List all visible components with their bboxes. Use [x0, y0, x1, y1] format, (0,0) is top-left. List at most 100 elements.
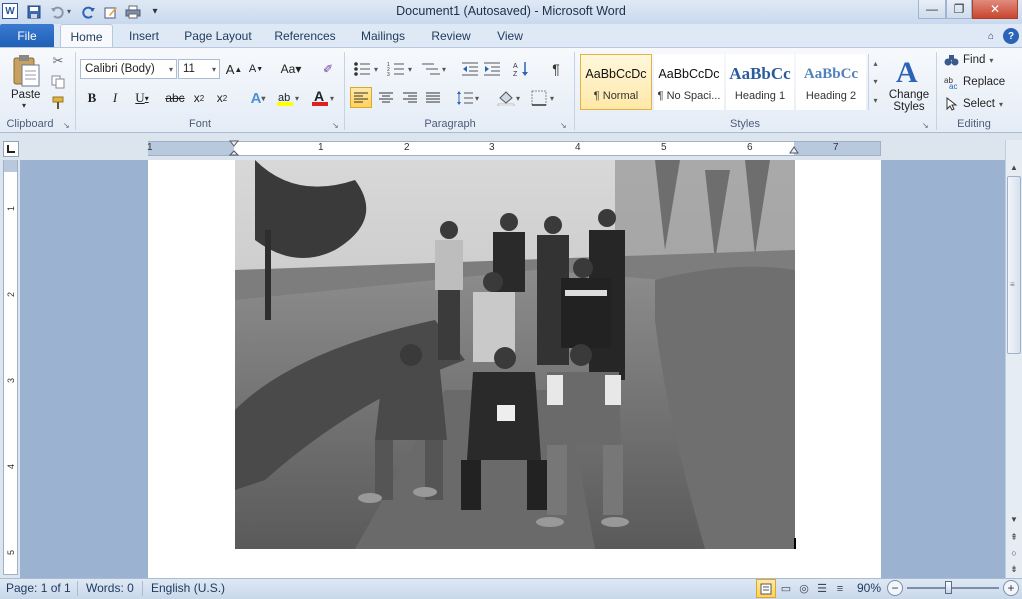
- clipboard-launcher-icon[interactable]: ↘: [63, 121, 70, 130]
- style-no-spacing[interactable]: AaBbCcDc ¶ No Spaci...: [654, 54, 724, 110]
- left-tab-icon: [7, 145, 15, 153]
- chevron-up-icon[interactable]: ▴: [873, 59, 877, 68]
- replace-button[interactable]: ab ac Replace: [944, 75, 1005, 89]
- grow-font-icon[interactable]: A ▲: [224, 59, 244, 79]
- align-right-icon[interactable]: [400, 88, 420, 108]
- scroll-down-icon[interactable]: ▼: [1006, 512, 1022, 526]
- font-launcher-icon[interactable]: ↘: [332, 121, 339, 130]
- strikethrough-icon[interactable]: abc: [165, 89, 185, 107]
- word-logo-icon[interactable]: W: [2, 3, 18, 19]
- previous-page-icon[interactable]: ⇞: [1006, 530, 1022, 544]
- more-styles-icon[interactable]: ▾: [873, 96, 877, 105]
- close-button[interactable]: ✕: [972, 0, 1018, 19]
- ruler-number: 4: [575, 142, 581, 153]
- superscript-icon[interactable]: x2: [213, 89, 231, 107]
- zoom-level[interactable]: 90%: [857, 581, 881, 595]
- format-painter-icon[interactable]: [50, 95, 66, 111]
- multilevel-list-icon[interactable]: ▾: [420, 59, 450, 79]
- help-icon[interactable]: ?: [1003, 28, 1019, 44]
- minimize-button[interactable]: —: [918, 0, 946, 19]
- styles-gallery-scroll[interactable]: ▴ ▾ ▾: [868, 54, 882, 110]
- save-icon[interactable]: [25, 3, 43, 20]
- full-screen-reading-icon[interactable]: ▭: [778, 581, 794, 596]
- language-indicator[interactable]: English (U.S.): [151, 581, 225, 595]
- style-heading-1[interactable]: AaBbCc Heading 1: [726, 54, 794, 110]
- numbering-icon[interactable]: 1 2 3 ▾: [386, 59, 416, 79]
- tab-view[interactable]: View: [489, 24, 531, 48]
- increase-indent-icon[interactable]: [482, 59, 502, 79]
- bold-icon[interactable]: B: [84, 89, 100, 107]
- right-indent-marker[interactable]: [789, 145, 799, 159]
- shrink-font-icon[interactable]: A ▼: [246, 59, 266, 79]
- tab-mailings[interactable]: Mailings: [352, 24, 414, 48]
- next-page-icon[interactable]: ⇟: [1006, 562, 1022, 576]
- print-icon[interactable]: [124, 3, 142, 20]
- paste-icon[interactable]: [8, 52, 44, 90]
- subscript-icon[interactable]: x2: [190, 89, 208, 107]
- zoom-slider-thumb[interactable]: [945, 581, 952, 594]
- tab-page-layout[interactable]: Page Layout: [179, 24, 257, 48]
- shading-icon[interactable]: ▾: [496, 88, 524, 108]
- change-styles-icon[interactable]: A: [890, 54, 926, 88]
- justify-icon[interactable]: [423, 88, 443, 108]
- tab-insert[interactable]: Insert: [119, 24, 169, 48]
- font-color-icon[interactable]: A ▾: [310, 88, 338, 108]
- tab-review[interactable]: Review: [424, 24, 478, 48]
- redo-icon[interactable]: [80, 3, 98, 20]
- vertical-ruler[interactable]: [3, 160, 18, 575]
- ruler-number: 5: [661, 142, 667, 153]
- cut-icon[interactable]: ✂: [50, 53, 66, 69]
- italic-icon[interactable]: I: [107, 89, 123, 107]
- customize-qat-icon[interactable]: ▾: [146, 3, 164, 20]
- font-size-combo[interactable]: 11 ▾: [178, 59, 220, 79]
- paste-dropdown-icon[interactable]: ▾: [22, 101, 26, 110]
- find-button[interactable]: Find ▾: [944, 53, 993, 67]
- show-formatting-icon[interactable]: ¶: [546, 59, 566, 79]
- zoom-in-icon[interactable]: +: [1003, 580, 1019, 596]
- first-line-indent-marker[interactable]: [228, 140, 240, 160]
- style-heading-2[interactable]: AaBbCc Heading 2: [796, 54, 866, 110]
- chevron-down-icon[interactable]: ▾: [873, 77, 877, 86]
- tab-selector[interactable]: [3, 141, 19, 157]
- zoom-slider-track[interactable]: [907, 587, 999, 589]
- word-count[interactable]: Words: 0: [86, 581, 134, 595]
- print-layout-icon[interactable]: [756, 579, 776, 598]
- change-styles-button[interactable]: Change Styles: [885, 89, 933, 113]
- clear-formatting-icon[interactable]: ✐: [318, 59, 338, 79]
- outline-icon[interactable]: ☰: [814, 581, 830, 596]
- select-browse-object-icon[interactable]: ○: [1006, 546, 1022, 560]
- style-normal[interactable]: AaBbCcDc ¶ Normal: [580, 54, 652, 110]
- align-center-icon[interactable]: [376, 88, 396, 108]
- decrease-indent-icon[interactable]: [460, 59, 480, 79]
- edit-icon[interactable]: [102, 3, 120, 20]
- tab-references[interactable]: References: [268, 24, 342, 48]
- horizontal-ruler[interactable]: [148, 141, 881, 156]
- minimize-ribbon-icon[interactable]: ⌂: [984, 24, 998, 48]
- undo-dropdown-icon[interactable]: ▾: [64, 3, 74, 20]
- styles-launcher-icon[interactable]: ↘: [922, 121, 929, 130]
- select-button[interactable]: Select ▾: [944, 97, 1003, 111]
- sort-icon[interactable]: AZ: [512, 59, 532, 79]
- bullets-icon[interactable]: ▾: [352, 59, 382, 79]
- borders-icon[interactable]: ▾: [530, 88, 558, 108]
- inserted-photo[interactable]: [235, 160, 795, 549]
- zoom-out-icon[interactable]: −: [887, 580, 903, 596]
- align-left-icon[interactable]: [350, 87, 372, 108]
- scroll-up-icon[interactable]: ▲: [1006, 160, 1022, 174]
- copy-icon[interactable]: [50, 74, 66, 90]
- restore-button[interactable]: ❐: [946, 0, 972, 19]
- tab-home[interactable]: Home: [60, 24, 113, 48]
- paragraph-launcher-icon[interactable]: ↘: [560, 121, 567, 130]
- highlight-color-icon[interactable]: ab ▾: [275, 88, 303, 108]
- tab-file[interactable]: File: [0, 24, 54, 47]
- text-effects-icon[interactable]: A ▾: [245, 88, 271, 108]
- underline-icon[interactable]: U ▾: [130, 89, 154, 107]
- change-case-icon[interactable]: Aa▾: [278, 59, 304, 79]
- line-spacing-icon[interactable]: ▾: [455, 88, 483, 108]
- scrollbar-thumb[interactable]: [1007, 176, 1021, 354]
- paste-button[interactable]: Paste: [11, 89, 40, 101]
- font-name-combo[interactable]: Calibri (Body) ▾: [80, 59, 177, 79]
- page-count[interactable]: Page: 1 of 1: [6, 581, 71, 595]
- draft-icon[interactable]: ≡: [832, 581, 848, 596]
- web-layout-icon[interactable]: ◎: [796, 581, 812, 596]
